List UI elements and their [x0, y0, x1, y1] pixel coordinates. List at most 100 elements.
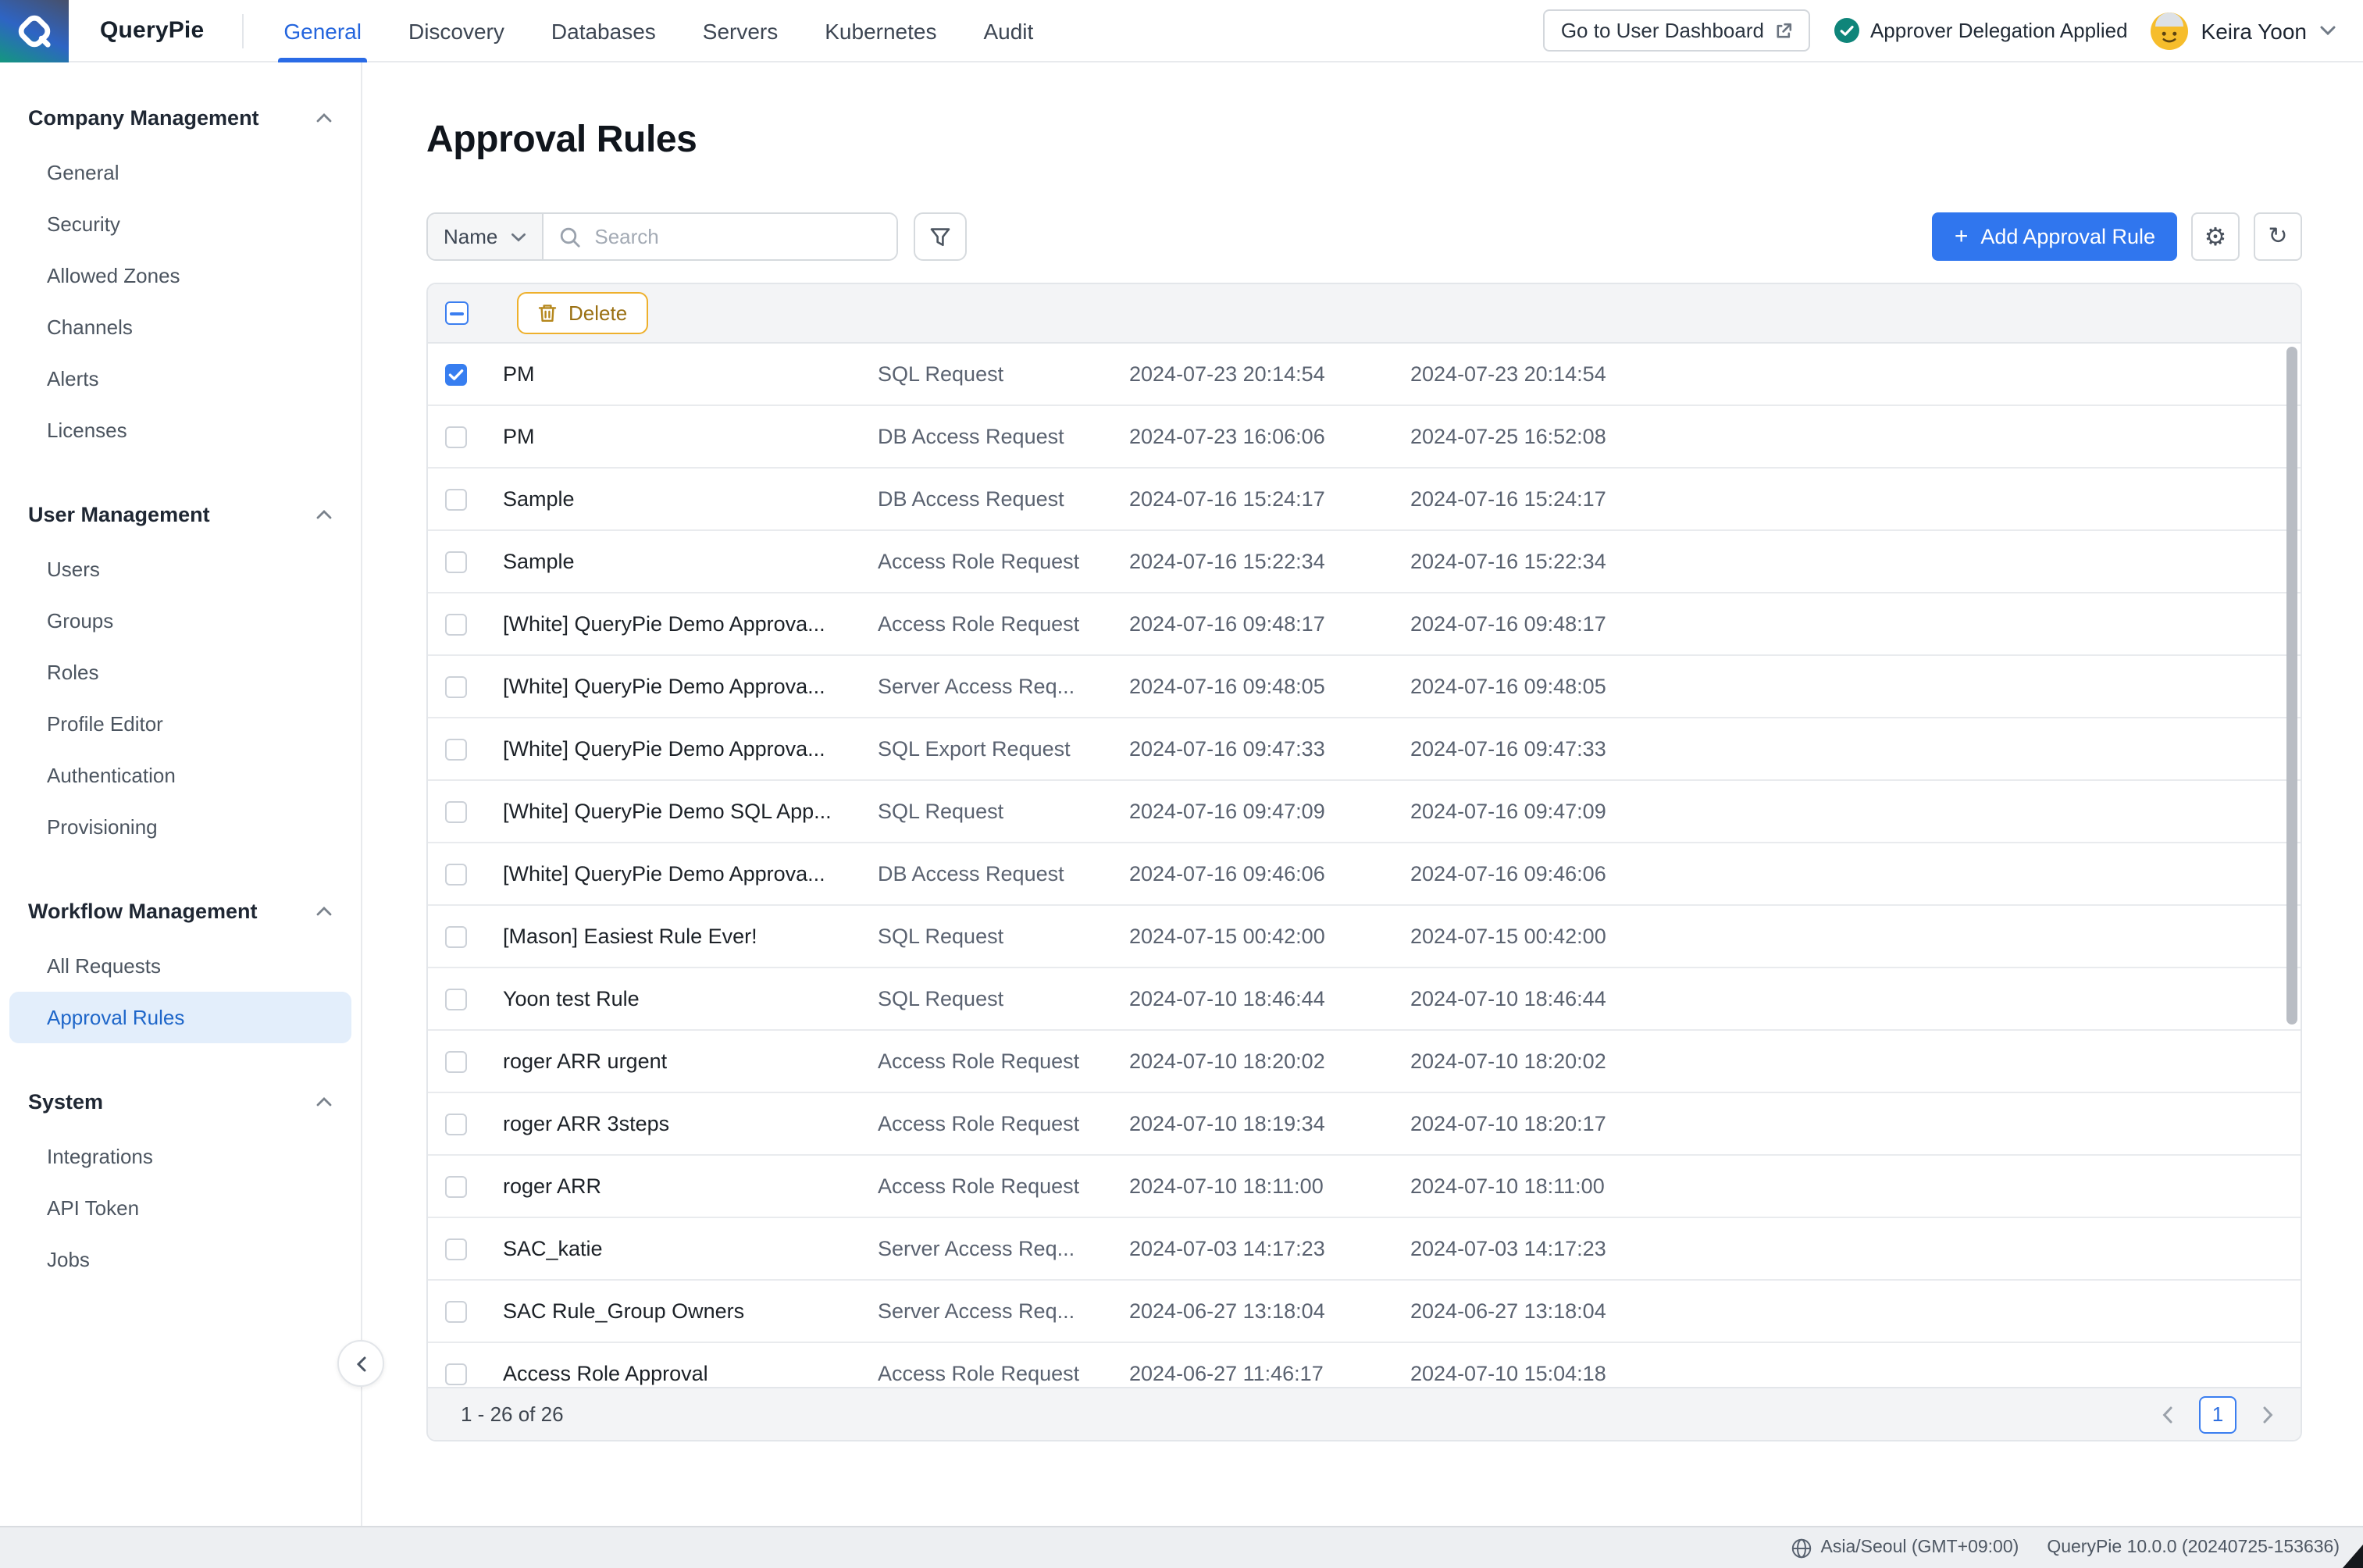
nav-tab[interactable]: Audit — [983, 0, 1033, 62]
sidebar-collapse-button[interactable] — [337, 1340, 384, 1387]
table-row[interactable]: Yoon test Rule SQL Request 2024-07-10 18… — [428, 968, 2301, 1031]
nav-tab[interactable]: Discovery — [408, 0, 504, 62]
row-checkbox[interactable] — [445, 1363, 467, 1384]
sidebar-item[interactable]: Roles — [9, 647, 351, 698]
row-checkbox[interactable] — [445, 863, 467, 885]
sidebar-item[interactable]: Users — [9, 543, 351, 595]
nav-tab[interactable]: Servers — [703, 0, 778, 62]
sidebar-item[interactable]: Authentication — [9, 750, 351, 801]
row-checkbox[interactable] — [445, 613, 467, 635]
next-page-button[interactable] — [2257, 1395, 2279, 1433]
sidebar-item[interactable]: Licenses — [9, 404, 351, 456]
sidebar-item[interactable]: Alerts — [9, 353, 351, 404]
row-checkbox[interactable] — [445, 1238, 467, 1260]
section-header-system[interactable]: System — [0, 1078, 361, 1126]
section-header-company-management[interactable]: Company Management — [0, 94, 361, 142]
settings-button[interactable]: ⚙ — [2191, 212, 2240, 261]
row-checkbox[interactable] — [445, 363, 467, 385]
sidebar-item[interactable]: Security — [9, 198, 351, 250]
sidebar-item[interactable]: Channels — [9, 301, 351, 353]
rule-type: SQL Export Request — [878, 737, 1129, 761]
rule-created-at: 2024-07-16 09:47:33 — [1129, 737, 1410, 761]
table-row[interactable]: roger ARR Access Role Request 2024-07-10… — [428, 1156, 2301, 1218]
row-checkbox[interactable] — [445, 1113, 467, 1135]
sidebar-item[interactable]: Provisioning — [9, 801, 351, 853]
rule-name: [White] QueryPie Demo Approva... — [503, 612, 878, 636]
table-row[interactable]: Sample Access Role Request 2024-07-16 15… — [428, 531, 2301, 593]
row-checkbox[interactable] — [445, 551, 467, 572]
search-input[interactable] — [591, 223, 880, 250]
row-checkbox[interactable] — [445, 738, 467, 760]
rule-name: [White] QueryPie Demo Approva... — [503, 675, 878, 698]
nav-tab[interactable]: Kubernetes — [825, 0, 936, 62]
row-checkbox[interactable] — [445, 1050, 467, 1072]
rule-updated-at: 2024-06-27 13:18:04 — [1410, 1299, 2301, 1323]
topbar-right: Go to User Dashboard Approver Delegation… — [1544, 9, 2363, 52]
search-icon — [558, 226, 580, 248]
nav-tab[interactable]: General — [283, 0, 362, 62]
filter-button[interactable] — [913, 212, 966, 261]
row-checkbox[interactable] — [445, 800, 467, 822]
funnel-icon — [928, 226, 950, 248]
refresh-button[interactable]: ↻ — [2254, 212, 2302, 261]
row-checkbox[interactable] — [445, 488, 467, 510]
sidebar-item[interactable]: Groups — [9, 595, 351, 647]
rule-name: Access Role Approval — [503, 1362, 878, 1385]
chevron-up-icon — [315, 509, 333, 520]
page-number-button[interactable]: 1 — [2199, 1395, 2236, 1433]
table-row[interactable]: [White] QueryPie Demo Approva... SQL Exp… — [428, 718, 2301, 781]
row-checkbox[interactable] — [445, 988, 467, 1010]
nav-tab[interactable]: Databases — [551, 0, 656, 62]
sidebar-item[interactable]: All Requests — [9, 940, 351, 992]
sidebar-item[interactable]: Approval Rules — [9, 992, 351, 1043]
user-menu[interactable]: Keira Yoon — [2151, 12, 2336, 49]
table-row[interactable]: roger ARR 3steps Access Role Request 202… — [428, 1093, 2301, 1156]
row-checkbox[interactable] — [445, 675, 467, 697]
rule-created-at: 2024-07-23 20:14:54 — [1129, 362, 1410, 386]
sidebar-item[interactable]: Profile Editor — [9, 698, 351, 750]
row-checkbox[interactable] — [445, 1175, 467, 1197]
row-checkbox[interactable] — [445, 1300, 467, 1322]
rule-type: Access Role Request — [878, 1112, 1129, 1135]
previous-page-button[interactable] — [2157, 1395, 2179, 1433]
rule-name: [White] QueryPie Demo Approva... — [503, 862, 878, 886]
table-row[interactable]: PM DB Access Request 2024-07-23 16:06:06… — [428, 406, 2301, 469]
add-approval-rule-button[interactable]: + Add Approval Rule — [1933, 212, 2177, 261]
table-scrollbar-thumb[interactable] — [2286, 347, 2297, 1025]
select-all-checkbox[interactable] — [445, 301, 469, 325]
rule-type: Access Role Request — [878, 1049, 1129, 1073]
table-row[interactable]: [White] QueryPie Demo SQL App... SQL Req… — [428, 781, 2301, 843]
search-field-select[interactable]: Name — [428, 214, 543, 259]
table-row[interactable]: PM SQL Request 2024-07-23 20:14:54 2024-… — [428, 344, 2301, 406]
rule-created-at: 2024-07-10 18:20:02 — [1129, 1049, 1410, 1073]
row-checkbox[interactable] — [445, 925, 467, 947]
chevron-up-icon — [315, 1096, 333, 1107]
sidebar-item[interactable]: General — [9, 147, 351, 198]
sidebar-item[interactable]: Integrations — [9, 1131, 351, 1182]
table-rows: PM SQL Request 2024-07-23 20:14:54 2024-… — [428, 344, 2301, 1387]
querypie-logo[interactable] — [0, 0, 69, 62]
chevron-down-icon — [2319, 25, 2336, 36]
table-row[interactable]: [White] QueryPie Demo Approva... Server … — [428, 656, 2301, 718]
table-row[interactable]: SAC Rule_Group Owners Server Access Req.… — [428, 1281, 2301, 1343]
section-header-user-management[interactable]: User Management — [0, 490, 361, 539]
table-row[interactable]: SAC_katie Server Access Req... 2024-07-0… — [428, 1218, 2301, 1281]
table-row[interactable]: [White] QueryPie Demo Approva... Access … — [428, 593, 2301, 656]
section-header-workflow-management[interactable]: Workflow Management — [0, 887, 361, 935]
table-row[interactable]: Sample DB Access Request 2024-07-16 15:2… — [428, 469, 2301, 531]
result-range: 1 - 26 of 26 — [461, 1402, 564, 1426]
rule-name: roger ARR — [503, 1174, 878, 1198]
row-checkbox[interactable] — [445, 426, 467, 447]
rule-name: SAC Rule_Group Owners — [503, 1299, 878, 1323]
table-row[interactable]: roger ARR urgent Access Role Request 202… — [428, 1031, 2301, 1093]
rule-updated-at: 2024-07-16 09:48:17 — [1410, 612, 2301, 636]
sidebar-item[interactable]: API Token — [9, 1182, 351, 1234]
table-row[interactable]: [White] QueryPie Demo Approva... DB Acce… — [428, 843, 2301, 906]
rule-updated-at: 2024-07-10 18:46:44 — [1410, 987, 2301, 1010]
table-row[interactable]: [Mason] Easiest Rule Ever! SQL Request 2… — [428, 906, 2301, 968]
sidebar-item[interactable]: Allowed Zones — [9, 250, 351, 301]
delete-button[interactable]: Delete — [517, 292, 647, 334]
sidebar-item[interactable]: Jobs — [9, 1234, 351, 1285]
go-to-user-dashboard-button[interactable]: Go to User Dashboard — [1544, 9, 1811, 52]
table-row[interactable]: Access Role Approval Access Role Request… — [428, 1343, 2301, 1387]
